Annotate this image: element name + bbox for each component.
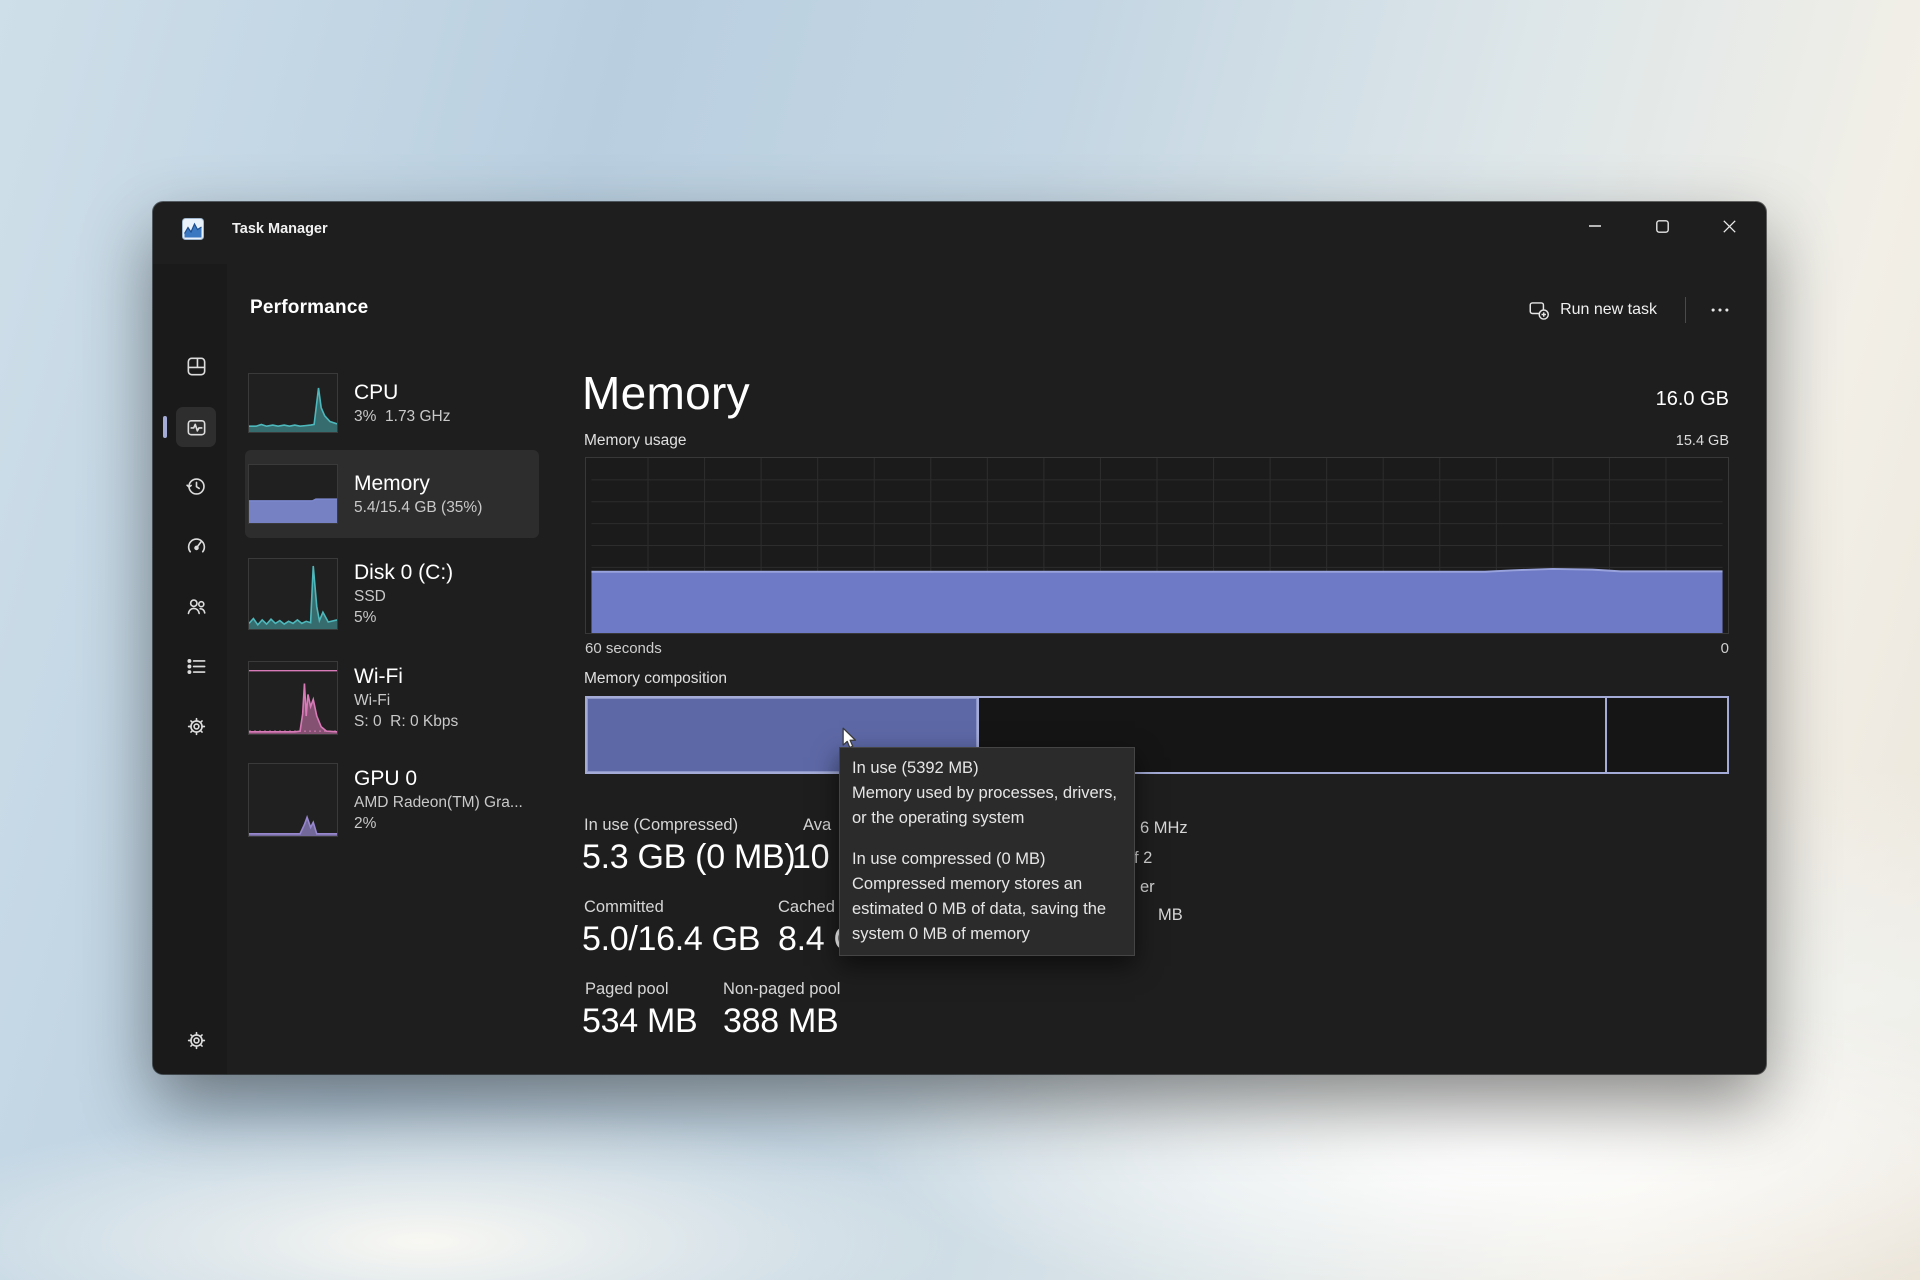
card-sub2-wifi: S: 0 R: 0 Kbps: [354, 713, 458, 731]
stat-label-cached: Cached: [778, 898, 835, 917]
run-new-task-icon: [1529, 300, 1549, 320]
card-sub-disk: SSD: [354, 588, 453, 606]
sidebar-item-services[interactable]: [176, 706, 216, 746]
card-sub2-gpu: 2%: [354, 815, 523, 833]
maximize-icon: [1656, 220, 1669, 233]
stat-label-available: Ava: [803, 816, 831, 835]
close-button[interactable]: [1706, 206, 1752, 246]
app-history-icon: [185, 475, 208, 498]
tooltip-line: Memory used by processes, drivers,: [852, 781, 1122, 806]
sidebar-item-details[interactable]: [176, 646, 216, 686]
settings-gear-icon: [185, 1029, 208, 1052]
mouse-cursor: [842, 727, 858, 751]
users-icon: [185, 595, 208, 618]
x-axis-left-label: 60 seconds: [585, 640, 662, 657]
performance-sidebar-list: CPU 3% 1.73 GHz Memory 5.4/15.4 GB (35%): [245, 264, 539, 1074]
memory-usage-label: Memory usage: [584, 432, 687, 450]
stat-label-in-use: In use (Compressed): [584, 816, 738, 835]
card-sub-gpu: AMD Radeon(TM) Gra...: [354, 794, 523, 812]
tooltip-line: In use compressed (0 MB): [852, 847, 1122, 872]
navigation-rail: [153, 264, 227, 1074]
stat-label-paged-pool: Paged pool: [585, 980, 669, 999]
tooltip-line: estimated 0 MB of data, saving the: [852, 897, 1122, 922]
desktop-wallpaper: Task Manager Performance: [0, 0, 1920, 1280]
wifi-sparkline: [248, 661, 338, 735]
perf-card-gpu[interactable]: GPU 0 AMD Radeon(TM) Gra... 2%: [245, 752, 539, 848]
hw-fragment-speed: 6 MHz: [1140, 819, 1188, 838]
sidebar-item-settings[interactable]: [176, 1020, 216, 1060]
sidebar-item-performance[interactable]: [176, 407, 216, 447]
memory-sparkline: [248, 464, 338, 524]
card-title-cpu: CPU: [354, 381, 451, 405]
details-icon: [185, 655, 208, 678]
stat-label-non-paged-pool: Non-paged pool: [723, 980, 840, 999]
usage-scale-max: 15.4 GB: [1676, 433, 1729, 449]
hw-fragment-form-factor: er: [1140, 878, 1155, 897]
header-divider: [1685, 297, 1686, 323]
stat-label-committed: Committed: [584, 898, 664, 917]
x-axis-right-label: 0: [1721, 640, 1729, 657]
ellipsis-icon: [1709, 299, 1731, 321]
composition-segment-free[interactable]: [1607, 698, 1727, 772]
perf-card-wifi[interactable]: Wi-Fi Wi-Fi S: 0 R: 0 Kbps: [245, 650, 539, 746]
cpu-sparkline: [248, 373, 338, 433]
sidebar-item-users[interactable]: [176, 586, 216, 626]
sidebar-item-app-history[interactable]: [176, 466, 216, 506]
card-sub2-disk: 5%: [354, 609, 453, 627]
in-use-tooltip: In use (5392 MB) Memory used by processe…: [839, 747, 1135, 956]
stat-value-committed: 5.0/16.4 GB: [582, 920, 760, 959]
memory-usage-svg: [586, 458, 1728, 633]
memory-composition-bar: [585, 696, 1729, 774]
titlebar[interactable]: Task Manager: [153, 202, 1766, 264]
perf-card-memory[interactable]: Memory 5.4/15.4 GB (35%): [245, 450, 539, 538]
memory-usage-graph[interactable]: [585, 457, 1729, 634]
close-icon: [1723, 220, 1736, 233]
card-title-wifi: Wi-Fi: [354, 665, 458, 689]
more-options-button[interactable]: [1700, 292, 1740, 328]
window-title: Task Manager: [232, 221, 328, 237]
sidebar-item-startup-apps[interactable]: [176, 526, 216, 566]
perf-card-disk[interactable]: Disk 0 (C:) SSD 5%: [245, 546, 539, 642]
stat-value-paged-pool: 534 MB: [582, 1002, 697, 1041]
task-manager-app-icon: [182, 218, 204, 240]
tooltip-line: or the operating system: [852, 806, 1122, 831]
tooltip-line: Compressed memory stores an: [852, 872, 1122, 897]
tooltip-line: [852, 831, 1122, 847]
memory-page-title: Memory: [582, 366, 750, 420]
card-sub-cpu: 3% 1.73 GHz: [354, 408, 451, 426]
performance-icon: [185, 416, 208, 439]
services-icon: [185, 715, 208, 738]
maximize-button[interactable]: [1639, 206, 1685, 246]
processes-icon: [185, 355, 208, 378]
run-new-task-button[interactable]: Run new task: [1519, 294, 1667, 326]
disk-sparkline: [248, 558, 338, 630]
card-title-memory: Memory: [354, 472, 482, 496]
sidebar-item-processes[interactable]: [176, 346, 216, 386]
memory-composition-label: Memory composition: [584, 670, 727, 688]
card-sub-wifi: Wi-Fi: [354, 692, 458, 710]
card-title-gpu: GPU 0: [354, 767, 523, 791]
minimize-button[interactable]: [1572, 206, 1618, 246]
perf-card-cpu[interactable]: CPU 3% 1.73 GHz: [245, 362, 539, 444]
tooltip-line: system 0 MB of memory: [852, 922, 1122, 947]
gpu-sparkline: [248, 763, 338, 837]
minimize-icon: [1589, 225, 1601, 227]
stat-value-non-paged-pool: 388 MB: [723, 1002, 838, 1041]
card-title-disk: Disk 0 (C:): [354, 561, 453, 585]
run-new-task-label: Run new task: [1560, 301, 1657, 319]
card-sub-memory: 5.4/15.4 GB (35%): [354, 499, 482, 517]
startup-apps-icon: [185, 535, 208, 558]
task-manager-window: Task Manager Performance: [153, 202, 1766, 1074]
stat-value-in-use: 5.3 GB (0 MB): [582, 838, 795, 877]
hw-fragment-hw-reserved: MB: [1158, 906, 1183, 925]
total-memory-value: 16.0 GB: [1656, 388, 1729, 411]
tooltip-line: In use (5392 MB): [852, 756, 1122, 781]
stat-value-available: 10: [792, 838, 829, 877]
hw-fragment-slots: f 2: [1134, 849, 1152, 868]
